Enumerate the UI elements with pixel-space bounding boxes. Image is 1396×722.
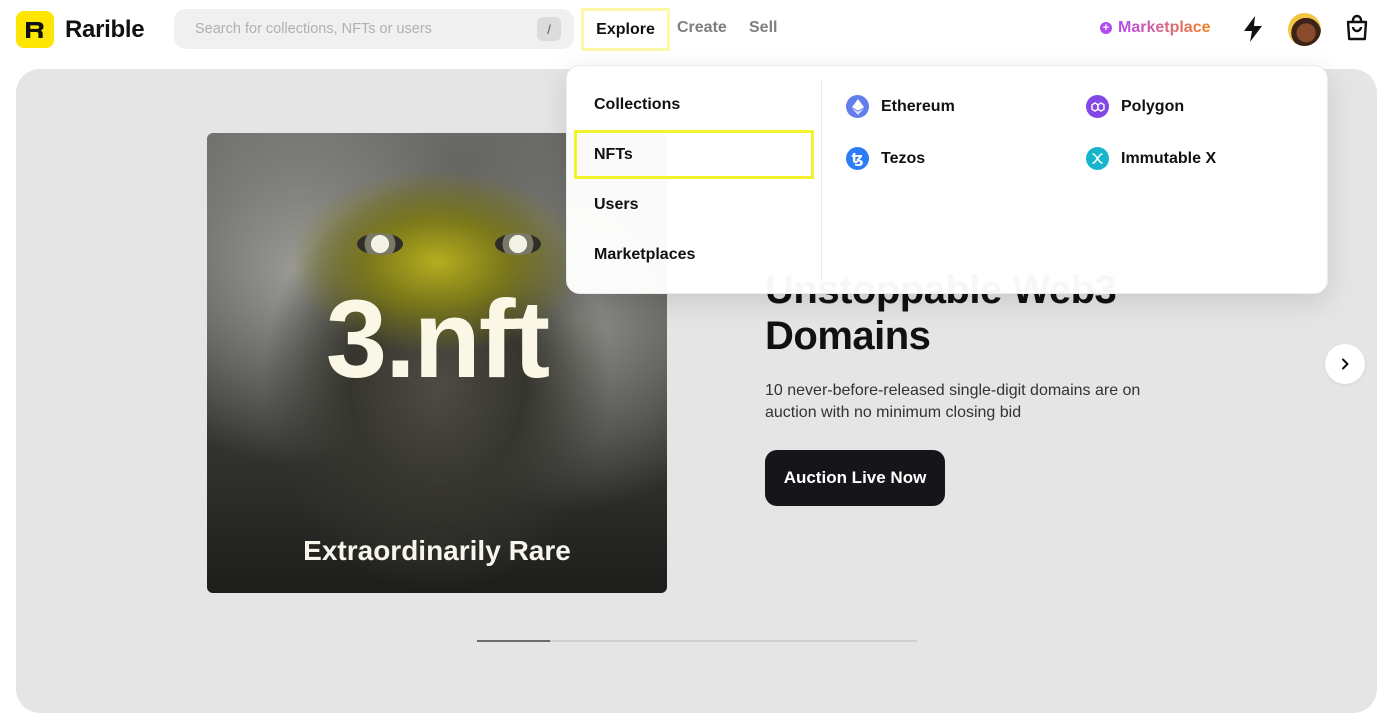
nav-create[interactable]: Create [677,19,727,37]
polygon-icon [1086,95,1109,118]
marketplace-link[interactable]: + Marketplace [1100,19,1211,37]
nav-sell[interactable]: Sell [749,19,777,37]
next-slide-button[interactable] [1325,344,1365,384]
artwork-eye-right [495,233,541,255]
search-input[interactable] [174,9,504,49]
menu-divider [821,80,822,280]
search-bar: / [174,9,574,49]
logo[interactable]: Rarible [16,11,145,48]
menu-item-nfts[interactable]: NFTs [574,130,814,179]
marketplace-label: Marketplace [1118,19,1211,36]
lightning-icon[interactable] [1240,14,1266,44]
chain-label: Tezos [881,149,926,167]
chain-label: Polygon [1121,97,1185,115]
artwork-eye-left [357,233,403,255]
explore-categories: Collections NFTs Users Marketplaces [567,66,821,295]
artwork-caption: Extraordinarily Rare [303,535,571,566]
rarible-logo-icon [16,11,54,48]
search-shortcut-badge: / [537,17,561,41]
tezos-icon: ꜩ [846,147,869,170]
nav-explore[interactable]: Explore [581,8,670,51]
explore-dropdown-menu: Collections NFTs Users Marketplaces Ethe… [566,65,1328,294]
chevron-right-icon [1342,358,1349,370]
immutable-x-icon [1086,147,1109,170]
hero-description: 10 never-before-released single-digit do… [765,382,1141,421]
chain-label: Ethereum [881,97,955,115]
chain-item-ethereum[interactable]: Ethereum [846,95,955,118]
chain-item-polygon[interactable]: Polygon [1086,95,1184,118]
chain-item-immutable-x[interactable]: Immutable X [1086,147,1216,170]
menu-item-marketplaces[interactable]: Marketplaces [594,246,695,264]
chain-item-tezos[interactable]: ꜩ Tezos [846,147,925,170]
slide-progress-fill [477,640,551,642]
brand-name: Rarible [65,15,145,43]
menu-item-users[interactable]: Users [594,196,638,214]
plus-icon: + [1100,22,1112,34]
auction-live-button[interactable]: Auction Live Now [765,450,945,506]
slide-progress-track [477,640,917,642]
chain-label: Immutable X [1121,149,1217,167]
ethereum-icon [846,95,869,118]
menu-item-collections[interactable]: Collections [594,96,680,114]
header: Rarible / Explore Create Sell + Marketpl… [0,0,1396,60]
shopping-bag-icon[interactable] [1343,13,1371,43]
user-avatar[interactable] [1288,13,1321,46]
